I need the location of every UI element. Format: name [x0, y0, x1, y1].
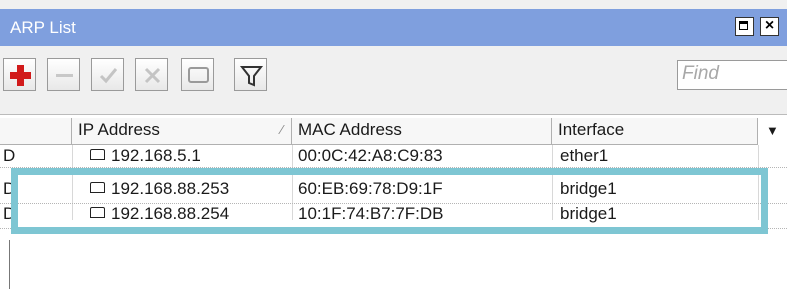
toolbar: Find — [0, 46, 787, 114]
x-icon — [144, 67, 161, 84]
enable-button[interactable] — [91, 58, 124, 91]
plus-icon — [10, 65, 31, 86]
flag-cell: D — [3, 146, 16, 165]
filter-button[interactable] — [234, 58, 267, 91]
column-header-ip[interactable]: IP Address ⁄ — [72, 118, 292, 145]
check-icon — [99, 68, 118, 84]
minus-icon — [56, 74, 73, 77]
column-header-mac[interactable]: MAC Address — [292, 118, 552, 145]
filter-icon — [239, 66, 264, 87]
comment-button[interactable] — [181, 58, 214, 91]
close-button[interactable]: × — [760, 17, 779, 36]
remove-button[interactable] — [47, 58, 80, 91]
find-input[interactable]: Find — [677, 60, 787, 90]
mac-cell: 00:0C:42:A8:C9:83 — [298, 146, 443, 165]
interface-cell: ether1 — [560, 146, 609, 165]
disable-button[interactable] — [135, 58, 168, 91]
title-bar[interactable]: ARP List × — [0, 9, 787, 46]
column-header-ip-label: IP Address — [78, 120, 160, 139]
address-icon — [90, 149, 105, 160]
window-title: ARP List — [10, 18, 76, 37]
ip-cell: 192.168.5.1 — [90, 146, 201, 166]
column-header-interface[interactable]: Interface — [552, 118, 758, 145]
panel-edge — [9, 240, 10, 289]
column-menu-icon[interactable]: ▼ — [758, 118, 787, 145]
column-header-flag[interactable] — [0, 118, 72, 145]
maximize-button[interactable] — [735, 17, 754, 36]
comment-icon — [188, 67, 209, 83]
arp-list-window: ARP List × Find IP Address ⁄ MAC Address… — [0, 0, 787, 290]
table-header: IP Address ⁄ MAC Address Interface ▼ — [0, 118, 787, 145]
table-row[interactable]: D 192.168.5.1 00:0C:42:A8:C9:83 ether1 — [0, 145, 787, 168]
sort-indicator-icon: ⁄ — [280, 122, 283, 137]
highlight-frame — [11, 168, 768, 234]
add-button[interactable] — [3, 58, 36, 91]
